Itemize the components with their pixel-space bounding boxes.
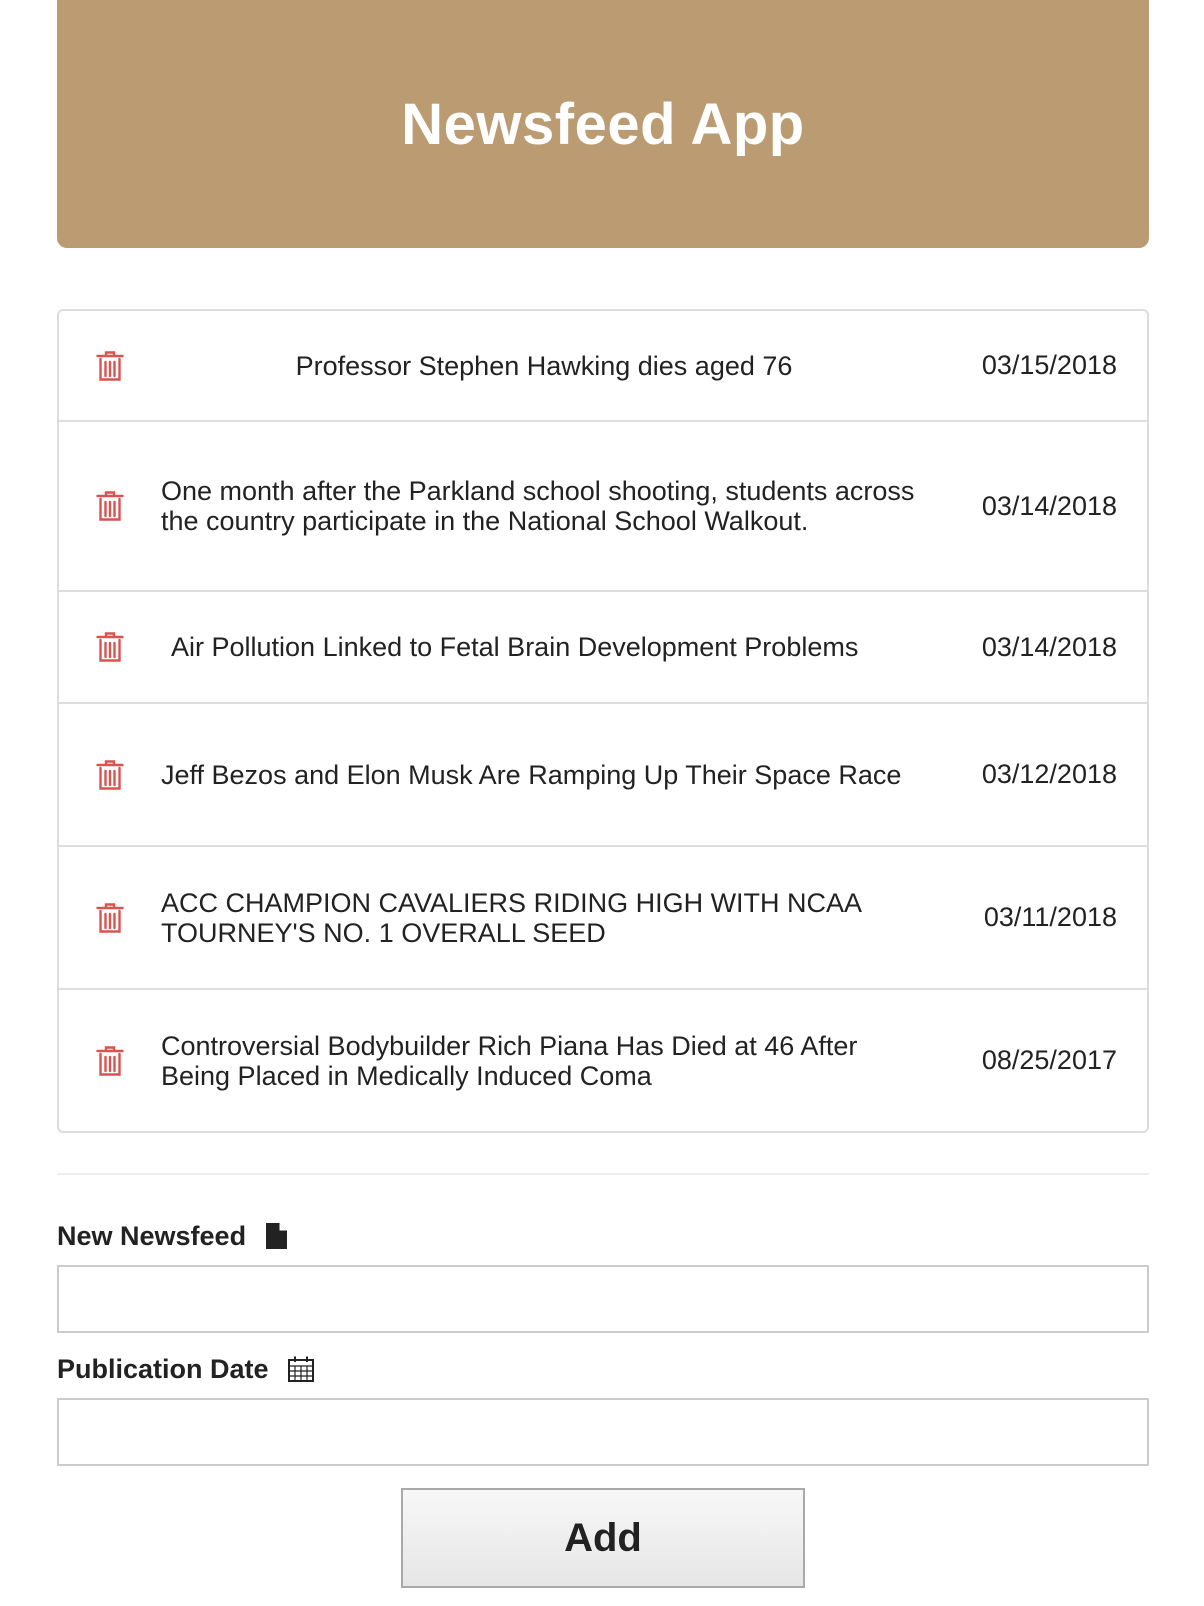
calendar-icon (287, 1355, 315, 1383)
news-date: 03/15/2018 (981, 350, 1117, 380)
delete-button[interactable] (59, 350, 161, 382)
trash-icon (96, 632, 124, 662)
news-date: 08/25/2017 (981, 1045, 1117, 1075)
list-item: ACC CHAMPION CAVALIERS RIDING HIGH WITH … (59, 845, 1147, 988)
news-date: 03/14/2018 (981, 631, 1117, 662)
trash-icon (96, 491, 124, 521)
news-title: Air Pollution Linked to Fetal Brain Deve… (171, 632, 859, 662)
app-container: Newsfeed App Professor Stephen Hawking d… (57, 0, 1149, 1588)
newsfeed-label: New Newsfeed (57, 1218, 1149, 1254)
news-title: Professor Stephen Hawking dies aged 76 (295, 350, 793, 381)
delete-button[interactable] (59, 759, 161, 791)
news-title: One month after the Parkland school shoo… (161, 476, 915, 536)
divider (57, 1173, 1149, 1175)
trash-icon (96, 902, 124, 933)
list-item: Controversial Bodybuilder Rich Piana Has… (59, 988, 1147, 1131)
news-title: ACC CHAMPION CAVALIERS RIDING HIGH WITH … (161, 887, 861, 948)
newsfeed-label-text: New Newsfeed (57, 1220, 247, 1251)
list-item: Air Pollution Linked to Fetal Brain Deve… (59, 590, 1147, 702)
list-item: Jeff Bezos and Elon Musk Are Ramping Up … (59, 702, 1147, 845)
news-title: Jeff Bezos and Elon Musk Are Ramping Up … (161, 759, 902, 790)
delete-button[interactable] (59, 1045, 161, 1077)
trash-icon (96, 1045, 124, 1076)
trash-icon (96, 759, 124, 790)
publication-date-input[interactable] (57, 1398, 1149, 1466)
add-button[interactable]: Add (401, 1488, 805, 1588)
list-item: One month after the Parkland school shoo… (59, 420, 1147, 590)
delete-button[interactable] (59, 902, 161, 934)
delete-button[interactable] (59, 490, 161, 522)
publication-date-label: Publication Date (57, 1351, 1149, 1387)
delete-button[interactable] (59, 631, 161, 663)
file-icon (264, 1222, 288, 1250)
page-title: Newsfeed App (401, 91, 805, 157)
newsfeed-list: Professor Stephen Hawking dies aged 76 0… (57, 309, 1149, 1133)
newsfeed-input[interactable] (57, 1265, 1149, 1333)
app-header: Newsfeed App (57, 0, 1149, 248)
news-date: 03/11/2018 (983, 902, 1117, 932)
publication-date-label-text: Publication Date (57, 1353, 269, 1384)
news-date: 03/14/2018 (981, 490, 1117, 521)
news-title: Controversial Bodybuilder Rich Piana Has… (161, 1030, 858, 1091)
trash-icon (96, 350, 124, 381)
news-date: 03/12/2018 (981, 759, 1117, 789)
list-item: Professor Stephen Hawking dies aged 76 0… (59, 311, 1147, 420)
